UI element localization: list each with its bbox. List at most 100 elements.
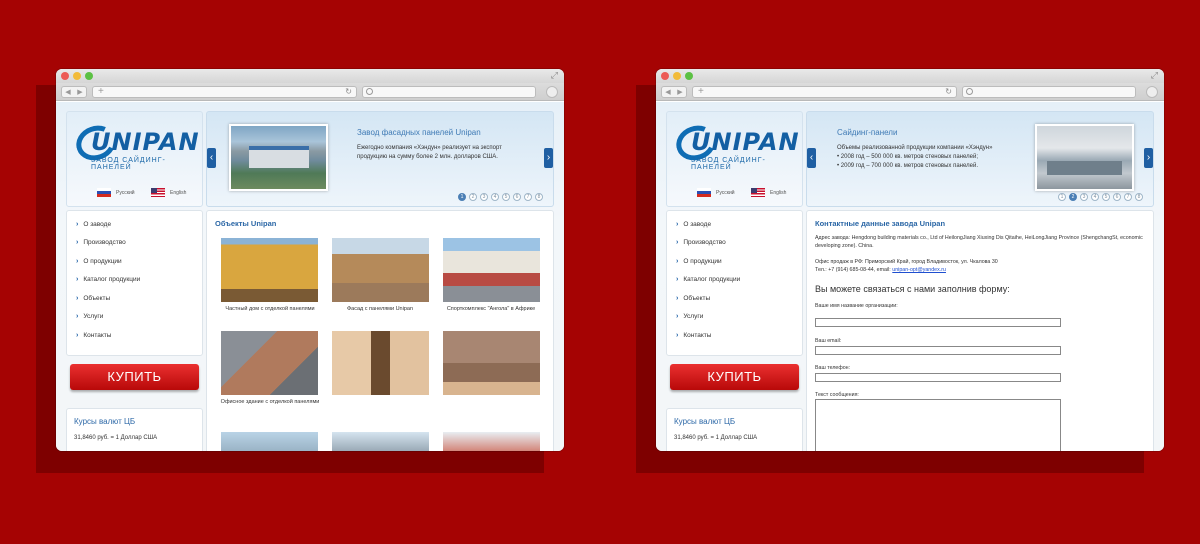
email-field[interactable] [815,346,1061,355]
pager-dot[interactable]: 8 [1135,193,1143,201]
sidebar-item-about[interactable]: › О заводе [667,215,802,234]
object-photo-row3[interactable] [443,432,540,451]
object-photo-brick[interactable] [443,331,540,395]
back-icon[interactable]: ◀ [665,88,670,96]
pager-dot[interactable]: 7 [524,193,532,201]
sidebar-item-label: О продукции [683,257,722,265]
pager-dot[interactable]: 7 [1124,193,1132,201]
sidebar-item-products[interactable]: › О продукции [67,252,202,271]
object-photo-entrance[interactable] [332,331,429,395]
lang-ru-label: Русский [716,189,735,196]
slide-title[interactable]: Сайдинг-панели [837,128,897,137]
pager-dot[interactable]: 4 [1091,193,1099,201]
pager-dot[interactable]: 6 [1113,193,1121,201]
new-tab-icon[interactable]: + [98,86,104,97]
pager-dot[interactable]: 2 [469,193,477,201]
slide-text-line: • 2008 год – 500 000 кв. метров стеновых… [837,154,978,160]
name-field[interactable] [815,318,1061,327]
object-photo-row3[interactable] [332,432,429,451]
close-dot-icon[interactable] [661,72,669,80]
name-label: Ваше имя название организации: [815,303,898,309]
sidebar-item-catalog[interactable]: › Каталог продукции [67,271,202,290]
buy-button[interactable]: КУПИТЬ [70,364,199,390]
email-link[interactable]: unipan-opt@yandex.ru [892,267,946,273]
forward-icon[interactable]: ▶ [77,88,82,96]
phone-field[interactable] [815,373,1061,382]
slide-text-intro: Объемы реализованной продукции компании … [837,145,993,151]
pager-dot[interactable]: 3 [480,193,488,201]
sidebar-item-services[interactable]: › Услуги [67,308,202,327]
sidebar-item-catalog[interactable]: › Каталог продукции [667,271,802,290]
sidebar-item-production[interactable]: › Производство [667,234,802,253]
object-photo-office[interactable] [221,331,318,395]
reload-icon[interactable]: ↻ [345,87,352,96]
search-bar[interactable] [362,86,536,98]
site-page: UNIPAN ЗАВОД САЙДИНГ-ПАНЕЛЕЙ Русский Eng… [56,102,564,451]
object-photo-row3[interactable] [221,432,318,451]
logo-wordmark[interactable]: UNIPAN [691,128,800,156]
sidebar-item-about[interactable]: › О заводе [67,215,202,234]
chevron-right-icon: › [676,294,679,302]
pager-dot[interactable]: 6 [513,193,521,201]
nav-buttons[interactable]: ◀ ▶ [661,86,687,98]
fullscreen-icon[interactable]: ⤢ [1151,71,1158,81]
maximize-dot-icon[interactable] [685,72,693,80]
pager-dot[interactable]: 3 [1080,193,1088,201]
menu-circle-button[interactable] [1146,86,1158,98]
sidebar-item-contacts[interactable]: › Контакты [67,326,202,345]
lang-en-link[interactable]: English [151,188,186,197]
pager-dot[interactable]: 5 [502,193,510,201]
sidebar-item-production[interactable]: › Производство [67,234,202,253]
reload-icon[interactable]: ↻ [945,87,952,96]
sidebar-item-products[interactable]: › О продукции [667,252,802,271]
object-photo-sport-complex[interactable] [443,238,540,302]
buy-button[interactable]: КУПИТЬ [670,364,799,390]
sidebar-item-label: О заводе [83,220,112,228]
slide-title[interactable]: Завод фасадных панелей Unipan [357,128,481,137]
menu-circle-button[interactable] [546,86,558,98]
nav-buttons[interactable]: ◀ ▶ [61,86,87,98]
address-bar[interactable]: + ↻ [692,86,957,98]
pager-dot[interactable]: 4 [491,193,499,201]
rates-line: 31,8460 руб. = 1 Доллар США [74,435,158,441]
chevron-right-icon: › [76,294,79,302]
chevron-right-icon: › [676,220,679,228]
message-textarea[interactable] [815,399,1061,451]
close-dot-icon[interactable] [61,72,69,80]
pager-dot[interactable]: 8 [535,193,543,201]
lang-ru-link[interactable]: Русский [697,188,735,197]
sidebar-item-contacts[interactable]: › Контакты [667,326,802,345]
minimize-dot-icon[interactable] [673,72,681,80]
new-tab-icon[interactable]: + [698,86,704,97]
back-icon[interactable]: ◀ [65,88,70,96]
object-photo-house[interactable] [221,238,318,302]
slider-next-arrow-icon[interactable]: › [1144,148,1153,168]
minimize-dot-icon[interactable] [73,72,81,80]
lang-ru-link[interactable]: Русский [97,188,135,197]
object-photo-facade[interactable] [332,238,429,302]
forward-icon[interactable]: ▶ [677,88,682,96]
photo-caption: Фасад с панелями Unipan [346,306,413,312]
maximize-dot-icon[interactable] [85,72,93,80]
address-bar[interactable]: + ↻ [92,86,357,98]
chevron-right-icon: › [76,257,79,265]
search-bar[interactable] [962,86,1136,98]
header-slider: ‹ Завод фасадных панелей Unipan Ежегодно… [206,111,554,207]
pager-dot[interactable]: 1 [1058,193,1066,201]
search-icon [366,88,373,95]
logo-tagline: ЗАВОД САЙДИНГ-ПАНЕЛЕЙ [691,157,766,171]
sidebar-item-services[interactable]: › Услуги [667,308,802,327]
logo-block: UNIPAN ЗАВОД САЙДИНГ-ПАНЕЛЕЙ Русский Eng… [666,111,803,207]
fullscreen-icon[interactable]: ⤢ [551,71,558,81]
pager-dot[interactable]: 5 [1102,193,1110,201]
sidebar-item-objects[interactable]: › Объекты [67,289,202,308]
pager-dot[interactable]: 1 [458,193,466,201]
slider-prev-arrow-icon[interactable]: ‹ [207,148,216,168]
pager-dot[interactable]: 2 [1069,193,1077,201]
slider-next-arrow-icon[interactable]: › [544,148,553,168]
logo-wordmark[interactable]: UNIPAN [91,128,200,156]
logo-block: UNIPAN ЗАВОД САЙДИНГ-ПАНЕЛЕЙ Русский Eng… [66,111,203,207]
lang-en-link[interactable]: English [751,188,786,197]
slider-prev-arrow-icon[interactable]: ‹ [807,148,816,168]
sidebar-item-objects[interactable]: › Объекты [667,289,802,308]
